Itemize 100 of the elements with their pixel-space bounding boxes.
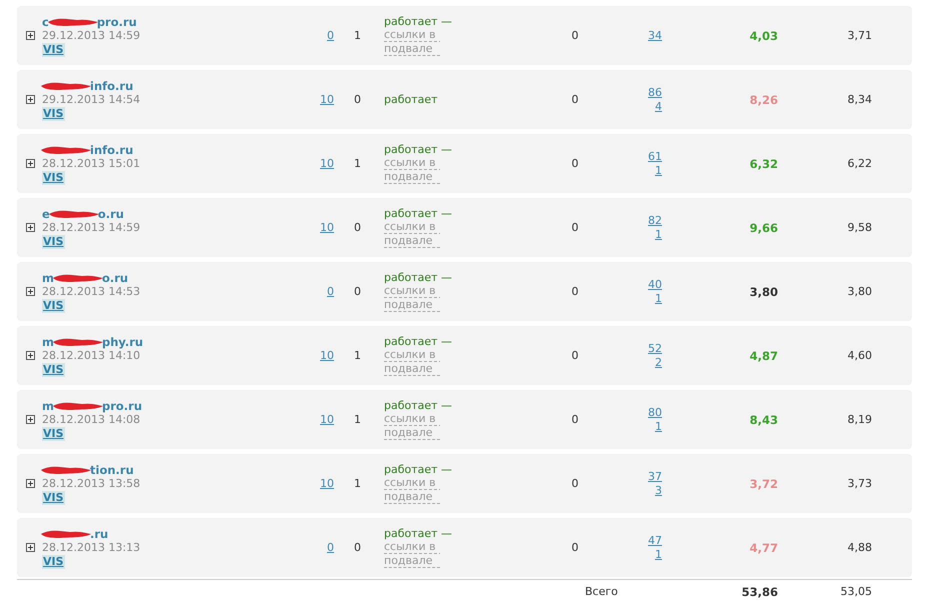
date-text: 28.12.2013 13:58	[42, 476, 140, 490]
count-link[interactable]: 10	[320, 221, 334, 234]
count-text: 0	[354, 541, 361, 554]
previous-score-text: 3,71	[848, 29, 872, 42]
count-text: 1	[354, 157, 361, 170]
previous-score-text: 8,34	[848, 93, 872, 106]
redaction-mark	[40, 464, 92, 474]
redaction-mark	[48, 208, 100, 218]
count-link[interactable]: 10	[320, 157, 334, 170]
score-text: 9,66	[750, 220, 778, 234]
status-text: работает —	[384, 14, 452, 28]
count-text: 1	[354, 477, 361, 490]
links-count-link[interactable]: 52	[648, 342, 662, 356]
vis-link[interactable]: VIS	[42, 170, 65, 184]
domain-link[interactable]: info.ru	[90, 78, 134, 92]
expand-icon[interactable]	[26, 415, 35, 424]
expand-icon[interactable]	[26, 159, 35, 168]
vis-link[interactable]: VIS	[42, 298, 65, 312]
expand-icon[interactable]	[26, 479, 35, 488]
domain-link[interactable]: m	[42, 334, 54, 348]
expand-icon[interactable]	[26, 223, 35, 232]
links-count-link[interactable]: 82	[648, 214, 662, 228]
vis-link[interactable]: VIS	[42, 490, 65, 504]
status-text: работает —	[384, 334, 452, 348]
count-text: 0	[354, 285, 361, 298]
links-count-link[interactable]: 1	[655, 228, 662, 242]
count-text: 0	[572, 221, 578, 234]
date-text: 28.12.2013 14:08	[42, 412, 140, 426]
links-count-link[interactable]: 3	[655, 484, 662, 498]
date-text: 29.12.2013 14:54	[42, 92, 140, 106]
previous-score-text: 3,80	[848, 285, 872, 298]
count-text: 0	[572, 541, 578, 554]
date-text: 28.12.2013 15:01	[42, 156, 140, 170]
date-text: 28.12.2013 14:53	[42, 284, 140, 298]
vis-link[interactable]: VIS	[42, 42, 65, 56]
score-text: 4,03	[750, 28, 778, 42]
links-count-link[interactable]: 37	[648, 470, 662, 484]
links-count-link[interactable]: 1	[655, 548, 662, 562]
domain-link[interactable]: e	[42, 206, 50, 220]
count-link[interactable]: 0	[327, 541, 334, 554]
previous-score-text: 9,58	[848, 221, 872, 234]
date-text: 29.12.2013 14:59	[42, 28, 140, 42]
previous-score-text: 4,60	[848, 349, 872, 362]
domain-link[interactable]: c	[42, 14, 49, 28]
expand-icon[interactable]	[26, 287, 35, 296]
previous-score-text: 6,22	[848, 157, 872, 170]
date-text: 28.12.2013 13:13	[42, 540, 140, 554]
expand-icon[interactable]	[26, 95, 35, 104]
count-text: 0	[572, 413, 578, 426]
vis-link[interactable]: VIS	[42, 426, 65, 440]
domain-link[interactable]: o.ru	[98, 206, 124, 220]
date-text: 28.12.2013 14:59	[42, 220, 140, 234]
status-text: работает	[384, 92, 438, 106]
expand-icon[interactable]	[26, 351, 35, 360]
expand-icon[interactable]	[26, 543, 35, 552]
expand-icon[interactable]	[26, 31, 35, 40]
links-count-link[interactable]: 40	[648, 278, 662, 292]
total-previous-score-text: 53,05	[840, 585, 872, 598]
links-count-link[interactable]: 80	[648, 406, 662, 420]
domain-link[interactable]: pro.ru	[96, 14, 137, 28]
previous-score-text: 4,88	[848, 541, 872, 554]
count-text: 0	[572, 157, 578, 170]
links-count-link[interactable]: 2	[655, 356, 662, 370]
links-count-link[interactable]: 86	[648, 86, 662, 100]
score-text: 3,80	[750, 284, 778, 298]
links-count-link[interactable]: 1	[655, 292, 662, 306]
count-link[interactable]: 10	[320, 413, 334, 426]
status-text: работает —	[384, 398, 452, 412]
count-link[interactable]: 0	[327, 285, 334, 298]
domain-link[interactable]: pro.ru	[102, 398, 142, 412]
redaction-mark	[40, 80, 92, 90]
count-text: 1	[354, 29, 361, 42]
vis-link[interactable]: VIS	[42, 554, 65, 568]
domain-link[interactable]: phy.ru	[102, 334, 144, 348]
previous-score-text: 3,73	[848, 477, 872, 490]
count-text: 1	[354, 413, 361, 426]
links-count-link[interactable]: 1	[655, 420, 662, 434]
links-count-link[interactable]: 4	[655, 100, 662, 114]
redaction-mark	[40, 528, 92, 538]
vis-link[interactable]: VIS	[42, 362, 65, 376]
vis-link[interactable]: VIS	[42, 234, 65, 248]
date-text: 28.12.2013 14:10	[42, 348, 140, 362]
vis-link[interactable]: VIS	[42, 106, 65, 120]
count-text: 0	[572, 477, 578, 490]
domain-link[interactable]: tion.ru	[90, 462, 134, 476]
domain-link[interactable]: o.ru	[102, 270, 128, 284]
links-count-link[interactable]: 47	[648, 534, 662, 548]
count-link[interactable]: 10	[320, 477, 334, 490]
count-link[interactable]: 10	[320, 349, 334, 362]
redaction-mark	[40, 144, 92, 154]
links-count-link[interactable]: 1	[655, 164, 662, 178]
redaction-mark	[46, 16, 99, 26]
count-link[interactable]: 10	[320, 93, 334, 106]
domain-link[interactable]: .ru	[90, 526, 108, 540]
links-count-link[interactable]: 61	[648, 150, 662, 164]
domain-link[interactable]: m	[42, 270, 54, 284]
domain-link[interactable]: m	[42, 398, 54, 412]
links-count-link[interactable]: 34	[648, 28, 662, 42]
domain-link[interactable]: info.ru	[90, 142, 134, 156]
count-link[interactable]: 0	[327, 29, 334, 42]
